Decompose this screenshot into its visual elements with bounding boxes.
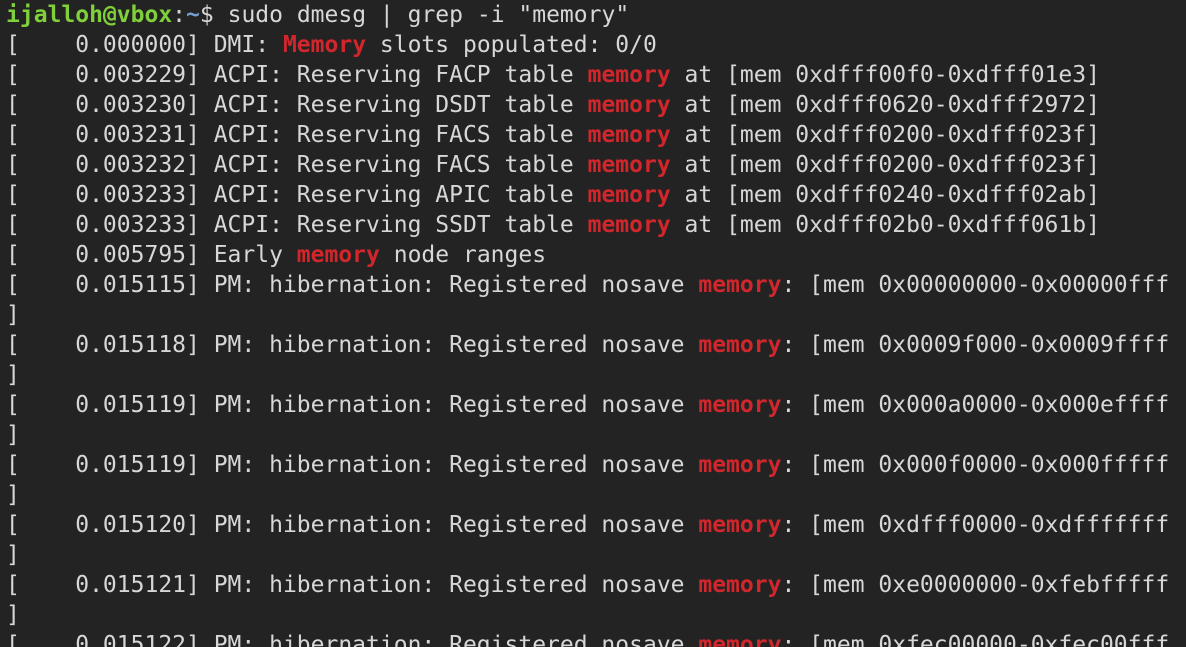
output-line-text: ] [6,482,20,508]
prompt-line: ijalloh@vbox:~$ sudo dmesg | grep -i "me… [6,0,1186,30]
output-line: [ 0.015122] PM: hibernation: Registered … [6,630,1186,647]
output-line-text: [ 0.015121] PM: hibernation: Registered … [6,572,699,598]
output-line: [ 0.003232] ACPI: Reserving FACS table m… [6,150,1186,180]
output-line-text: ] [6,362,20,388]
output-line-text: at [mem 0xdfff00f0-0xdfff01e3] [670,62,1100,88]
output-line: [ 0.003233] ACPI: Reserving SSDT table m… [6,210,1186,240]
output-line-text: : [mem 0x0009f000-0x0009ffff [781,332,1170,358]
output-line: [ 0.015119] PM: hibernation: Registered … [6,450,1186,480]
command-output: [ 0.000000] DMI: Memory slots populated:… [6,30,1186,647]
output-line: ] [6,540,1186,570]
output-line: [ 0.015115] PM: hibernation: Registered … [6,270,1186,300]
output-line-text: node ranges [379,242,547,268]
output-line: ] [6,300,1186,330]
output-line-text: [ 0.003233] ACPI: Reserving APIC table [6,182,588,208]
grep-match-highlight: memory [698,392,782,418]
grep-match-highlight: memory [587,92,671,118]
output-line-text: [ 0.005795] Early [6,242,297,268]
grep-match-highlight: memory [587,122,671,148]
output-line-text: [ 0.015119] PM: hibernation: Registered … [6,452,699,478]
output-line-text: at [mem 0xdfff0240-0xdfff02ab] [670,182,1100,208]
grep-match-highlight: memory [587,182,671,208]
grep-match-highlight: memory [698,452,782,478]
output-line-text: [ 0.015120] PM: hibernation: Registered … [6,512,699,538]
output-line-text: slots populated: 0/0 [366,32,657,58]
output-line: ] [6,420,1186,450]
output-line-text: [ 0.015119] PM: hibernation: Registered … [6,392,699,418]
grep-match-highlight: Memory [282,32,367,58]
output-line-text: [ 0.003232] ACPI: Reserving FACS table [6,152,588,178]
output-line-text: [ 0.000000] DMI: [6,32,283,58]
prompt-user-host: ijalloh@vbox [6,2,173,28]
output-line-text: : [mem 0x000f0000-0x000fffff [781,452,1170,478]
terminal-window[interactable]: ijalloh@vbox:~$ sudo dmesg | grep -i "me… [0,0,1186,647]
output-line-text: ] [6,602,20,628]
prompt-colon: : [172,2,187,28]
grep-match-highlight: memory [698,632,782,647]
output-line-text: : [mem 0x000a0000-0x000effff [781,392,1170,418]
output-line: [ 0.015118] PM: hibernation: Registered … [6,330,1186,360]
prompt-symbol: $ [199,2,228,28]
output-line-text: [ 0.003233] ACPI: Reserving SSDT table [6,212,588,238]
output-line-text: [ 0.003230] ACPI: Reserving DSDT table [6,92,588,118]
grep-match-highlight: memory [587,62,671,88]
output-line: [ 0.003229] ACPI: Reserving FACP table m… [6,60,1186,90]
output-line-text: ] [6,302,20,328]
output-line-text: at [mem 0xdfff0620-0xdfff2972] [670,92,1100,118]
output-line-text: : [mem 0x00000000-0x00000fff [781,272,1170,298]
output-line: [ 0.003231] ACPI: Reserving FACS table m… [6,120,1186,150]
output-line: [ 0.015120] PM: hibernation: Registered … [6,510,1186,540]
output-line-text: [ 0.003231] ACPI: Reserving FACS table [6,122,588,148]
output-line-text: : [mem 0xe0000000-0xfebfffff [781,572,1170,598]
output-line-text: : [mem 0xfec00000-0xfec00fff [781,632,1170,647]
grep-match-highlight: memory [698,332,782,358]
output-line: [ 0.003230] ACPI: Reserving DSDT table m… [6,90,1186,120]
grep-match-highlight: memory [587,152,671,178]
prompt-cwd: ~ [186,2,200,28]
output-line-text: ] [6,422,20,448]
output-line-text: at [mem 0xdfff0200-0xdfff023f] [670,122,1100,148]
output-line-text: [ 0.015115] PM: hibernation: Registered … [6,272,699,298]
output-line: ] [6,360,1186,390]
output-line-text: [ 0.003229] ACPI: Reserving FACP table [6,62,588,88]
prompt-command: sudo dmesg | grep -i "memory" [227,2,630,28]
output-line: ] [6,600,1186,630]
output-line: [ 0.000000] DMI: Memory slots populated:… [6,30,1186,60]
output-line-text: [ 0.015118] PM: hibernation: Registered … [6,332,699,358]
grep-match-highlight: memory [698,512,782,538]
grep-match-highlight: memory [698,572,782,598]
grep-match-highlight: memory [296,242,380,268]
output-line-text: ] [6,542,20,568]
output-line-text: at [mem 0xdfff0200-0xdfff023f] [670,152,1100,178]
output-line: ] [6,480,1186,510]
output-line: [ 0.015119] PM: hibernation: Registered … [6,390,1186,420]
output-line: [ 0.005795] Early memory node ranges [6,240,1186,270]
grep-match-highlight: memory [698,272,782,298]
output-line: [ 0.003233] ACPI: Reserving APIC table m… [6,180,1186,210]
output-line-text: [ 0.015122] PM: hibernation: Registered … [6,632,699,647]
output-line-text: at [mem 0xdfff02b0-0xdfff061b] [670,212,1100,238]
grep-match-highlight: memory [587,212,671,238]
output-line-text: : [mem 0xdfff0000-0xdfffffff [781,512,1170,538]
output-line: [ 0.015121] PM: hibernation: Registered … [6,570,1186,600]
